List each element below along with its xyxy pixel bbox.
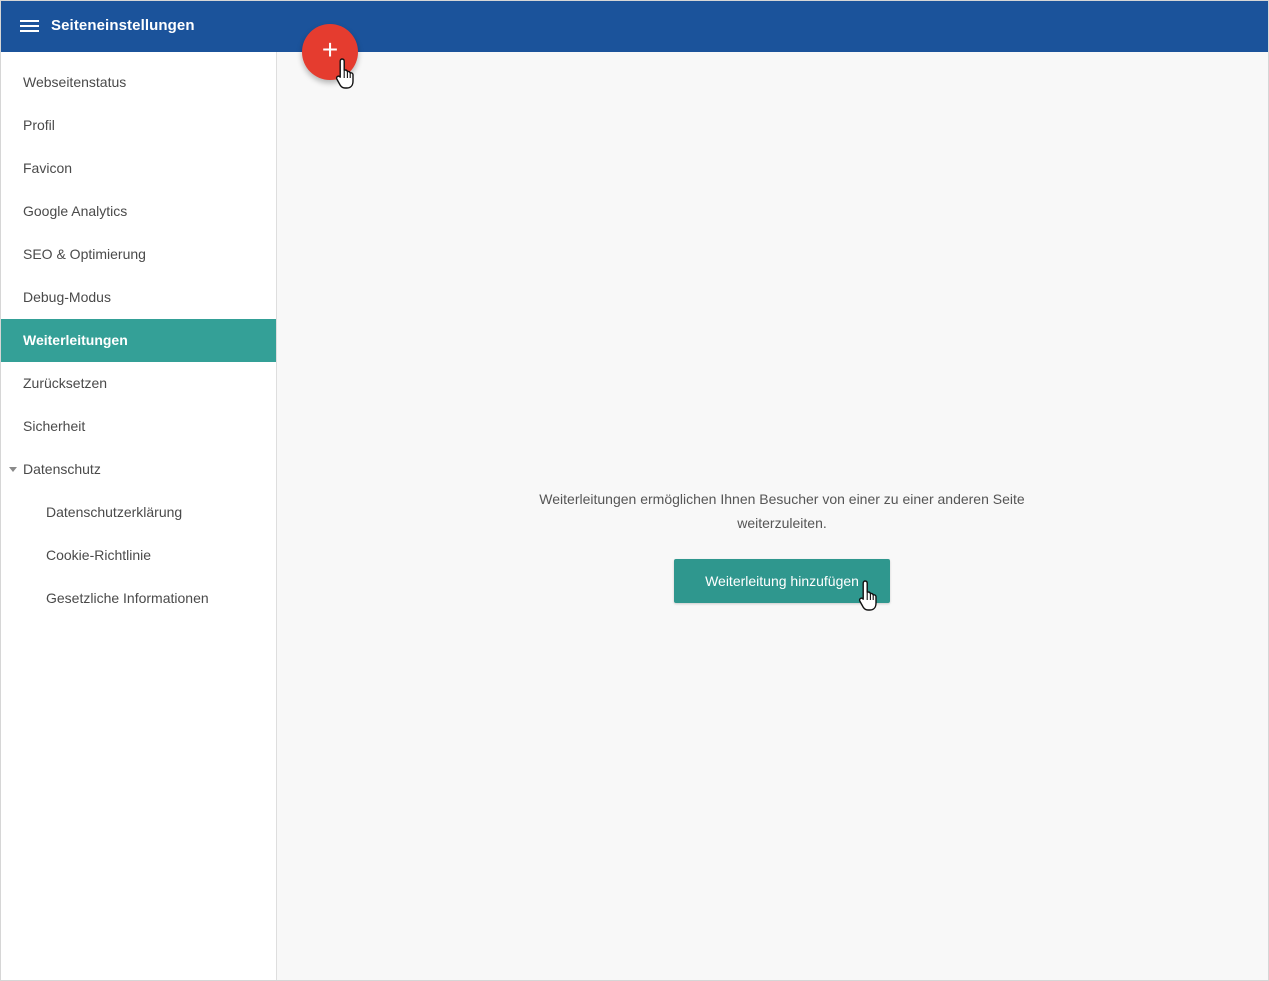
empty-state-line-2: weiterzuleiten. xyxy=(737,515,827,531)
add-fab-button[interactable]: + xyxy=(302,24,358,80)
sidebar-item-seo-optimierung[interactable]: SEO & Optimierung xyxy=(1,233,276,276)
sidebar-item-weiterleitungen[interactable]: Weiterleitungen xyxy=(1,319,276,362)
caret-down-icon xyxy=(9,467,17,472)
settings-sidebar: Webseitenstatus Profil Favicon Google An… xyxy=(1,52,277,980)
sidebar-item-sicherheit[interactable]: Sicherheit xyxy=(1,405,276,448)
sidebar-item-google-analytics[interactable]: Google Analytics xyxy=(1,190,276,233)
sidebar-item-debug-modus[interactable]: Debug-Modus xyxy=(1,276,276,319)
plus-icon: + xyxy=(321,34,339,65)
page-title: Seiteneinstellungen xyxy=(51,17,195,34)
sidebar-item-gesetzliche-informationen[interactable]: Gesetzliche Informationen xyxy=(1,577,276,620)
hamburger-menu-icon[interactable] xyxy=(20,20,39,33)
sidebar-item-label: Datenschutz xyxy=(23,461,101,477)
add-redirect-button[interactable]: Weiterleitung hinzufügen xyxy=(674,559,890,603)
empty-state-line-1: Weiterleitungen ermöglichen Ihnen Besuch… xyxy=(539,491,1025,507)
sidebar-item-favicon[interactable]: Favicon xyxy=(1,147,276,190)
sidebar-item-profil[interactable]: Profil xyxy=(1,104,276,147)
sidebar-item-zuruecksetzen[interactable]: Zurücksetzen xyxy=(1,362,276,405)
app-window: Seiteneinstellungen Webseitenstatus Prof… xyxy=(0,0,1269,981)
sidebar-item-datenschutzerklaerung[interactable]: Datenschutzerklärung xyxy=(1,491,276,534)
top-app-bar: Seiteneinstellungen xyxy=(1,1,1268,52)
sidebar-item-datenschutz[interactable]: Datenschutz xyxy=(1,448,276,491)
empty-state-text: Weiterleitungen ermöglichen Ihnen Besuch… xyxy=(531,487,1033,535)
sidebar-item-cookie-richtlinie[interactable]: Cookie-Richtlinie xyxy=(1,534,276,577)
sidebar-item-webseitenstatus[interactable]: Webseitenstatus xyxy=(1,61,276,104)
